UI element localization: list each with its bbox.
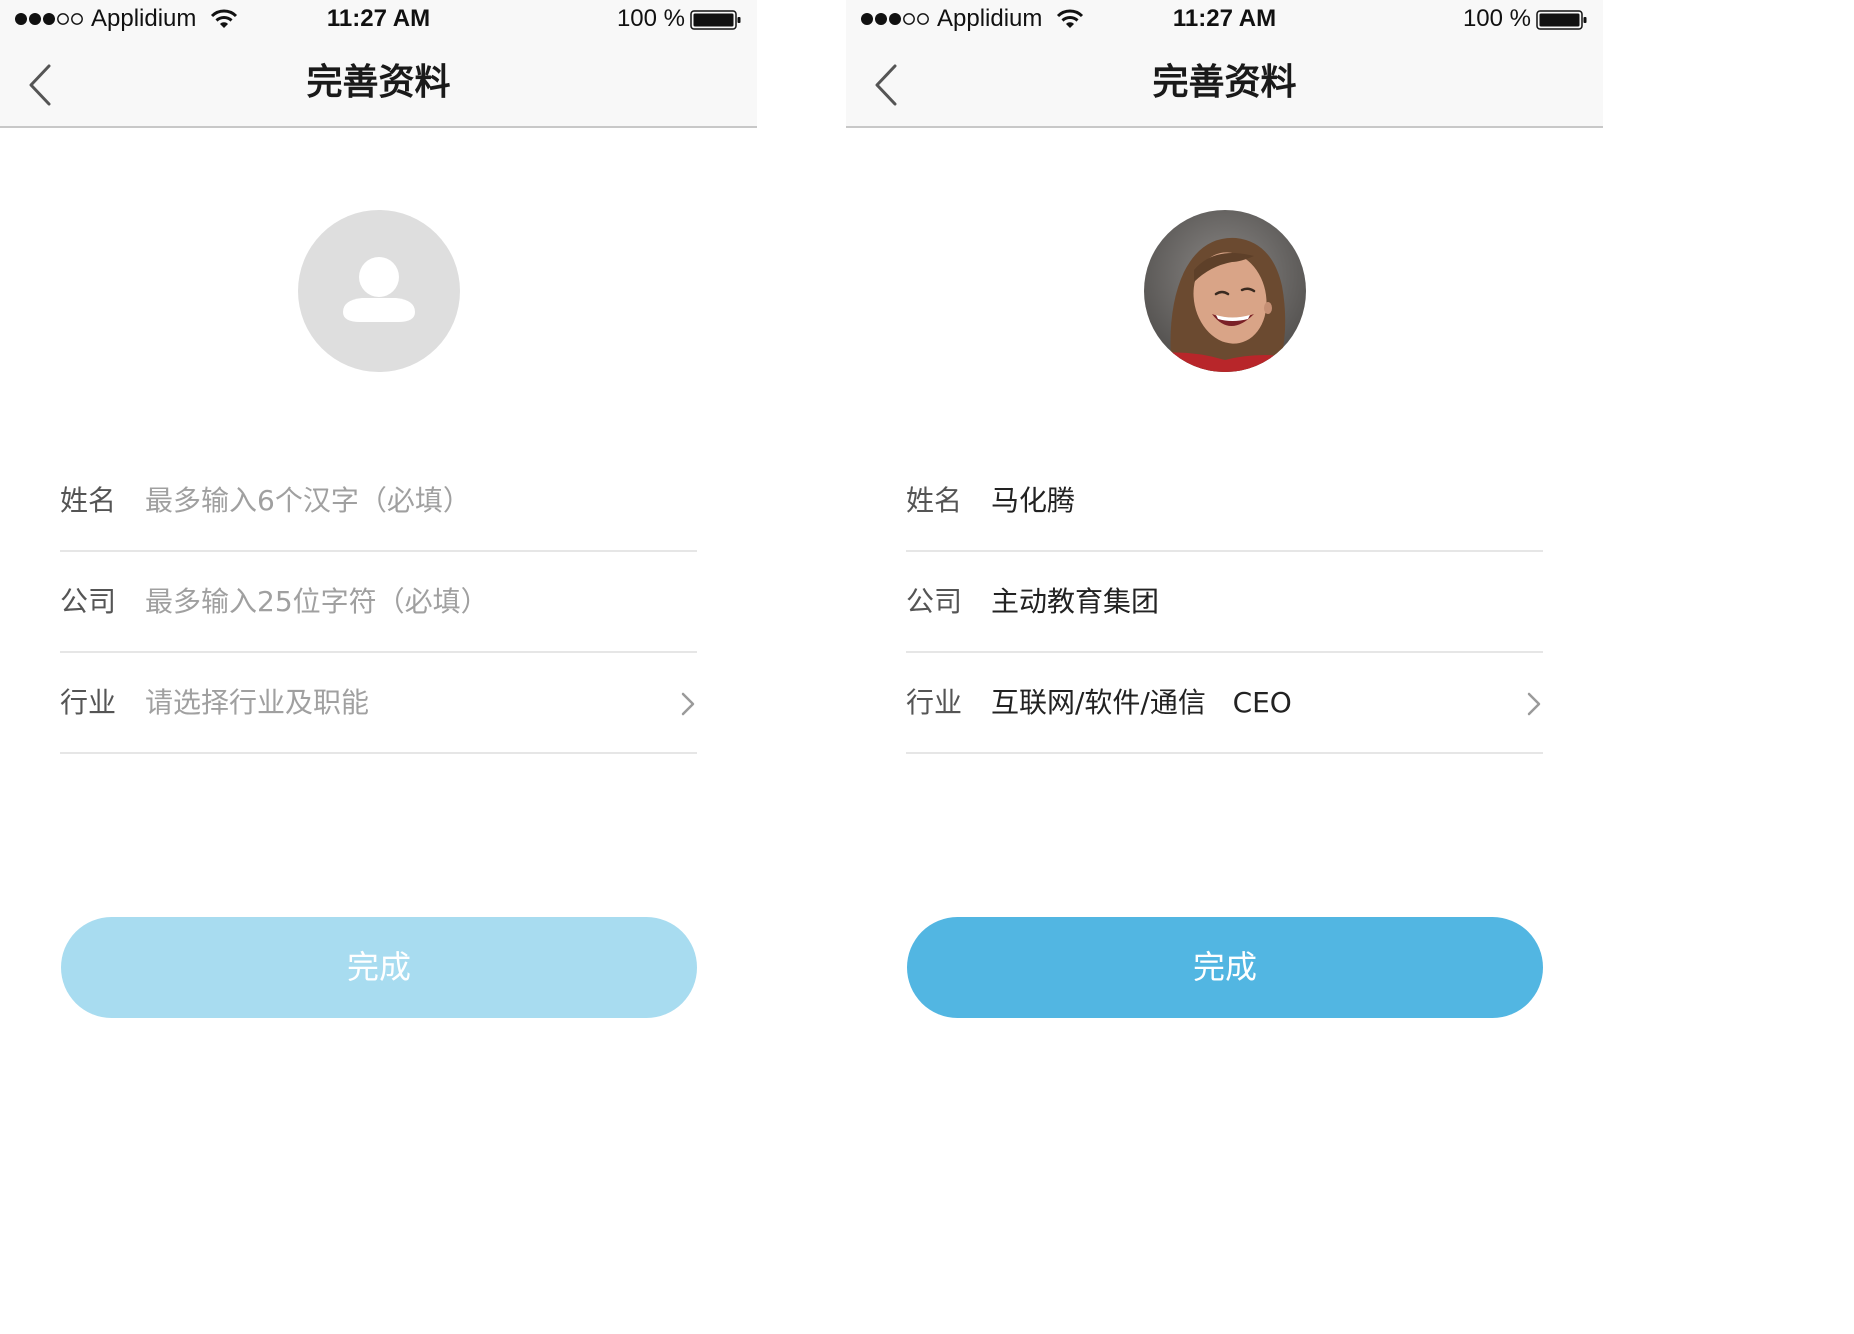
- company-input[interactable]: 最多输入25位字符（必填）: [145, 553, 645, 651]
- status-bar: Applidium 11:27 AM 100 %: [846, 0, 1603, 40]
- name-input[interactable]: 马化腾: [991, 452, 1491, 550]
- name-row: 姓名 最多输入6个汉字（必填）: [60, 452, 697, 552]
- page-title: 完善资料: [1152, 62, 1297, 103]
- done-button[interactable]: 完成: [61, 917, 697, 1018]
- company-input[interactable]: 主动教育集团: [991, 553, 1491, 651]
- navigation-bar: 完善资料: [0, 40, 757, 128]
- chevron-right-icon: [1527, 692, 1541, 716]
- avatar-upload[interactable]: [298, 210, 460, 372]
- industry-value: 互联网/软件/通信 CEO: [991, 686, 1292, 719]
- screen-filled-form: Applidium 11:27 AM 100 % 完善资料 姓名 马化腾 公司 …: [846, 0, 1603, 1334]
- screen-empty-form: Applidium 11:27 AM 100 % 完善资料 姓名 最多输入6个汉…: [0, 0, 757, 1334]
- industry-label: 行业: [60, 686, 117, 719]
- status-bar: Applidium 11:27 AM 100 %: [0, 0, 757, 40]
- name-label: 姓名: [906, 484, 963, 517]
- industry-label: 行业: [906, 686, 963, 719]
- company-label: 公司: [906, 585, 963, 618]
- industry-select[interactable]: 行业 互联网/软件/通信 CEO: [906, 654, 1543, 754]
- battery-percentage: 100 %: [1462, 5, 1531, 32]
- company-row: 公司 最多输入25位字符（必填）: [60, 553, 697, 653]
- avatar-photo[interactable]: [1144, 210, 1306, 372]
- name-label: 姓名: [60, 484, 117, 517]
- navigation-bar: 完善资料: [846, 40, 1603, 128]
- battery-icon: [690, 10, 741, 30]
- company-label: 公司: [60, 585, 117, 618]
- battery-percentage: 100 %: [616, 5, 685, 32]
- page-title: 完善资料: [306, 62, 451, 103]
- done-button[interactable]: 完成: [907, 917, 1543, 1018]
- industry-value: 请选择行业及职能: [145, 686, 370, 719]
- name-input[interactable]: 最多输入6个汉字（必填）: [145, 452, 645, 550]
- battery-icon: [1536, 10, 1587, 30]
- profile-photo: [1144, 210, 1306, 372]
- company-row: 公司 主动教育集团: [906, 553, 1543, 653]
- user-placeholder-icon: [343, 257, 415, 322]
- name-row: 姓名 马化腾: [906, 452, 1543, 552]
- chevron-right-icon: [681, 692, 695, 716]
- industry-select[interactable]: 行业 请选择行业及职能: [60, 654, 697, 754]
